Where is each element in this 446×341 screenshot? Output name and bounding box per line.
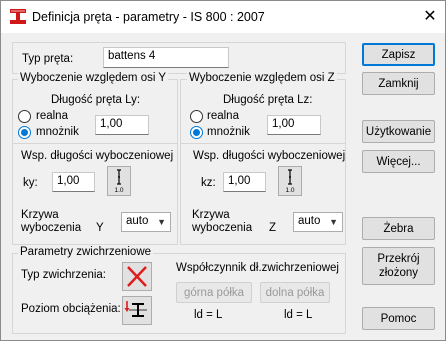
app-logo-icon (10, 9, 26, 24)
curve-y-label-2: wyboczenia (21, 222, 82, 234)
length-lz-input[interactable]: 1,00 (267, 115, 321, 135)
buckling-mode-icon: 1.0 (285, 169, 295, 194)
real-length-z-radio[interactable] (190, 110, 203, 123)
coeff-z-label: Wsp. długości wyboczeniowej (193, 150, 346, 162)
lt-type-label: Typ zwichrzenia: (21, 269, 107, 281)
curve-z-axis-label: Z (269, 222, 277, 234)
buckling-y-title: Wyboczenie względem osi Y (18, 72, 169, 84)
real-length-z-label: realna (207, 110, 239, 122)
factor-y-label: mnożnik (36, 126, 79, 138)
curve-y-value: auto (126, 215, 149, 227)
buckling-z-title: Wyboczenie względem osi Z (187, 72, 337, 84)
real-length-y-label: realna (36, 110, 68, 122)
buckling-mode-icon: 1.0 (114, 169, 124, 194)
lt-type-button[interactable] (122, 262, 152, 291)
title-bar: Definicja pręta - parametry - IS 800 : 2… (1, 1, 445, 33)
chevron-down-icon: ▼ (329, 217, 338, 227)
service-button[interactable]: Użytkowanie (362, 120, 435, 143)
divider (180, 143, 346, 144)
length-ly-label: Długość pręta Ly: (51, 94, 141, 106)
kz-input[interactable]: 1,00 (223, 172, 266, 192)
buckling-length-z-button[interactable]: 1.0 (278, 166, 302, 196)
kz-label: kz: (201, 177, 216, 189)
chevron-down-icon: ▼ (157, 217, 166, 227)
length-ly-input[interactable]: 1,00 (95, 115, 149, 135)
real-length-y-radio[interactable] (18, 110, 31, 123)
ky-label: ky: (23, 177, 38, 189)
svg-text:1.0: 1.0 (285, 187, 294, 194)
curve-z-label-1: Krzywa (192, 209, 230, 221)
ribs-button[interactable]: Żebra (362, 217, 435, 240)
member-type-label: Typ pręta: (22, 53, 74, 65)
dialog-window: Definicja pręta - parametry - IS 800 : 2… (0, 0, 446, 341)
factor-z-label: mnożnik (207, 126, 250, 138)
length-lz-label: Długość pręta Lz: (223, 94, 313, 106)
upper-flange-button[interactable]: górna półka (176, 282, 252, 303)
curve-z-select[interactable]: auto ▼ (293, 212, 343, 232)
cross-icon (127, 266, 147, 287)
composite-label-1: Przekrój (377, 253, 420, 265)
member-type-field[interactable]: battens 4 (103, 47, 229, 68)
load-level-label: Poziom obciążenia: (21, 303, 121, 315)
curve-z-value: auto (298, 215, 321, 227)
load-level-icon (124, 301, 147, 317)
more-button[interactable]: Więcej... (362, 150, 435, 173)
factor-z-radio[interactable] (190, 126, 203, 139)
factor-y-radio[interactable] (18, 126, 31, 139)
lateral-torsional-title: Parametry zwichrzeniowe (18, 246, 154, 258)
ld-upper-label: ld = L (194, 309, 223, 321)
load-level-button[interactable] (122, 296, 152, 325)
save-button[interactable]: Zapisz (362, 43, 435, 66)
ld-lower-label: ld = L (284, 309, 313, 321)
svg-text:1.0: 1.0 (114, 187, 123, 194)
curve-y-axis-label: Y (96, 222, 104, 234)
close-window-icon[interactable]: ✕ (419, 6, 441, 28)
composite-section-button[interactable]: Przekrój złożony (362, 247, 435, 285)
lower-flange-button[interactable]: dolna półka (260, 282, 330, 303)
help-button[interactable]: Pomoc (362, 307, 435, 330)
curve-z-label-2: wyboczenia (192, 222, 253, 234)
curve-y-select[interactable]: auto ▼ (121, 212, 171, 232)
coeff-y-label: Wsp. długości wyboczeniowej (21, 150, 174, 162)
ky-input[interactable]: 1,00 (52, 172, 95, 192)
curve-y-label-1: Krzywa (21, 209, 59, 221)
buckling-length-y-button[interactable]: 1.0 (107, 166, 131, 196)
window-title: Definicja pręta - parametry - IS 800 : 2… (32, 10, 265, 24)
composite-label-2: złożony (379, 267, 418, 279)
divider (12, 143, 178, 144)
lt-coeff-title: Współczynnik dł.zwichrzeniowej (176, 262, 339, 274)
close-button[interactable]: Zamknij (362, 72, 435, 95)
